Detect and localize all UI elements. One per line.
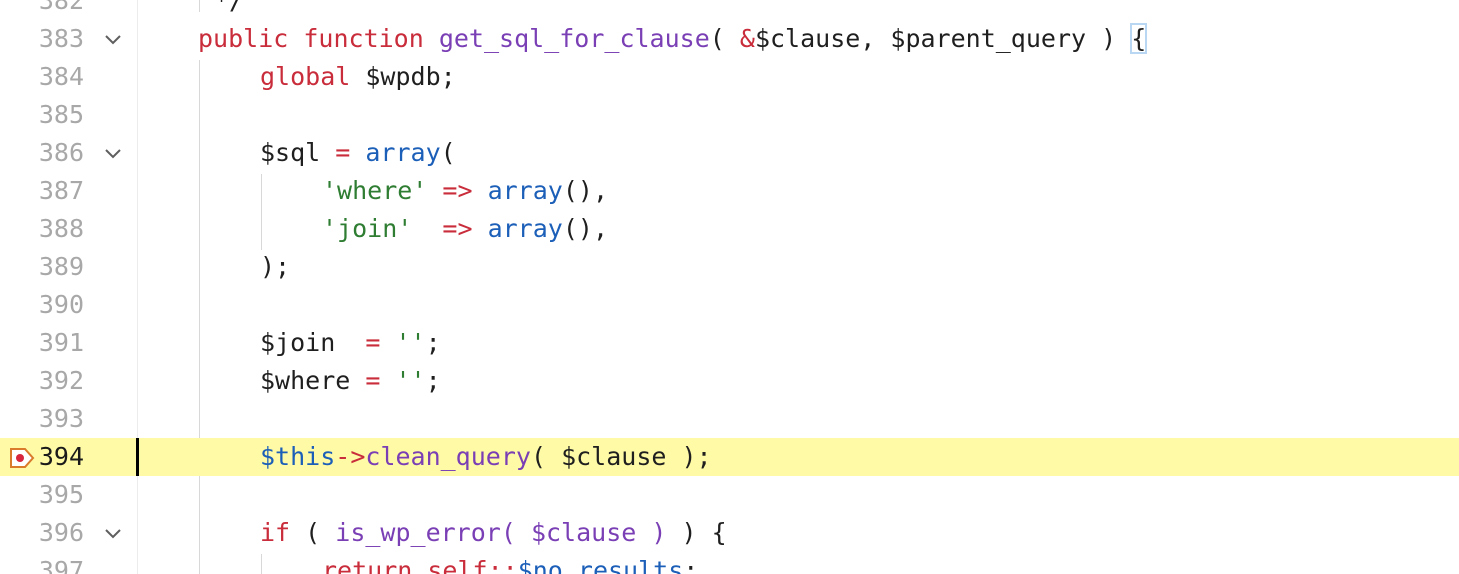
code-text: $join = ''; [260,324,441,362]
code-token: function [303,24,439,53]
code-line[interactable]: 392 $where = ''; [0,362,1459,400]
code-line[interactable]: 394 $this->clean_query( $clause ); [0,438,1459,476]
code-line[interactable]: 387 'where' => array(), [0,172,1459,210]
line-number[interactable]: 391 [0,324,84,362]
code-token: ( [530,442,562,471]
line-number[interactable]: 389 [0,248,84,286]
code-token: ) [651,518,682,547]
code-text: 'where' => array(), [322,172,608,210]
line-number[interactable]: 383 [0,20,84,58]
code-token: -> [335,442,366,471]
line-number[interactable]: 387 [0,172,84,210]
code-token: global [260,62,366,91]
chevron-down-icon[interactable] [103,143,123,163]
code-token: $clause, $parent_query ) [754,24,1132,53]
chevron-down-icon[interactable] [103,29,123,49]
code-token: 'where' [322,176,443,205]
code-token: ); [681,442,712,471]
code-token: */ [214,0,245,15]
code-line[interactable]: 393 [0,400,1459,438]
code-text: */ [214,0,244,20]
code-token: public [198,24,304,53]
code-text: $sql = array( [260,134,456,172]
code-token: $where [260,366,366,395]
code-line[interactable]: 386 $sql = array( [0,134,1459,172]
code-line[interactable]: 385 [0,96,1459,134]
line-number[interactable]: 382 [0,0,84,20]
code-line[interactable]: 389); [0,248,1459,286]
execution-pointer-icon[interactable] [9,447,35,469]
code-line[interactable]: 383 public function get_sql_for_clause( &… [0,20,1459,58]
code-line[interactable]: 391 $join = ''; [0,324,1459,362]
code-token: ( [305,518,336,547]
line-number[interactable]: 392 [0,362,84,400]
line-number[interactable]: 384 [0,58,84,96]
code-token: '' [395,328,426,357]
code-token: 'join' [322,214,443,243]
code-token: $this [260,442,336,471]
line-number[interactable]: 395 [0,476,84,514]
code-token: $join [260,328,366,357]
code-token: = [365,328,396,357]
code-line[interactable]: 395 [0,476,1459,514]
code-token: ; [425,366,441,395]
line-number[interactable]: 386 [0,134,84,172]
code-text: return self::$no_results; [322,552,698,574]
code-token: ( [500,518,531,547]
code-token: $clause [561,442,682,471]
code-token: clean_query [365,442,531,471]
code-token: ; [683,556,699,574]
code-token: = [365,366,396,395]
code-token: array [487,214,563,243]
code-token: $no_results [517,556,684,574]
code-token: & [739,24,755,53]
line-number[interactable]: 397 [0,552,84,574]
code-token: array [487,176,563,205]
matched-brace: { [1130,23,1148,54]
code-token: (), [562,176,608,205]
current-line-indicator [136,438,139,476]
code-token: ; [425,328,441,357]
code-token: array [365,138,441,167]
code-line[interactable]: 388 'join' => array(), [0,210,1459,248]
code-token: ( [440,138,456,167]
code-line[interactable]: 397 return self::$no_results; [0,552,1459,574]
line-number[interactable]: 388 [0,210,84,248]
code-token: return [322,556,428,574]
code-token: $sql [260,138,336,167]
code-token: is_wp_error [335,518,501,547]
code-token: '' [395,366,426,395]
code-token: $clause [530,518,652,547]
code-text: if ( is_wp_error( $clause ) ) { [260,514,727,552]
code-token: if [260,518,306,547]
code-line[interactable]: 382 */ [0,0,1459,20]
code-token: => [442,176,488,205]
code-token: get_sql_for_clause [438,24,710,53]
code-text: $where = ''; [260,362,441,400]
code-token: ); [260,252,291,281]
code-text: $this->clean_query( $clause ); [260,438,712,476]
code-text: 'join' => array(), [322,210,608,248]
code-text: public function get_sql_for_clause( &$cl… [198,20,1148,58]
line-number[interactable]: 393 [0,400,84,438]
code-token: $wpdb; [365,62,456,91]
code-token: (), [562,214,608,243]
code-token: :: [487,556,518,574]
code-token: = [335,138,366,167]
code-token: ) { [681,518,727,547]
code-editor[interactable]: 382 */ 383 public function get_sql_for_clau… [0,0,1459,574]
code-text: global $wpdb; [260,58,456,96]
code-token: ( [709,24,740,53]
code-token: self [427,556,488,574]
code-text: ); [260,248,290,286]
code-line[interactable]: 396 if ( is_wp_error( $clause ) ) { [0,514,1459,552]
code-line[interactable]: 384 global $wpdb; [0,58,1459,96]
line-number[interactable]: 390 [0,286,84,324]
line-number[interactable]: 396 [0,514,84,552]
code-line[interactable]: 390 [0,286,1459,324]
chevron-down-icon[interactable] [103,523,123,543]
code-token: => [442,214,488,243]
line-number[interactable]: 385 [0,96,84,134]
